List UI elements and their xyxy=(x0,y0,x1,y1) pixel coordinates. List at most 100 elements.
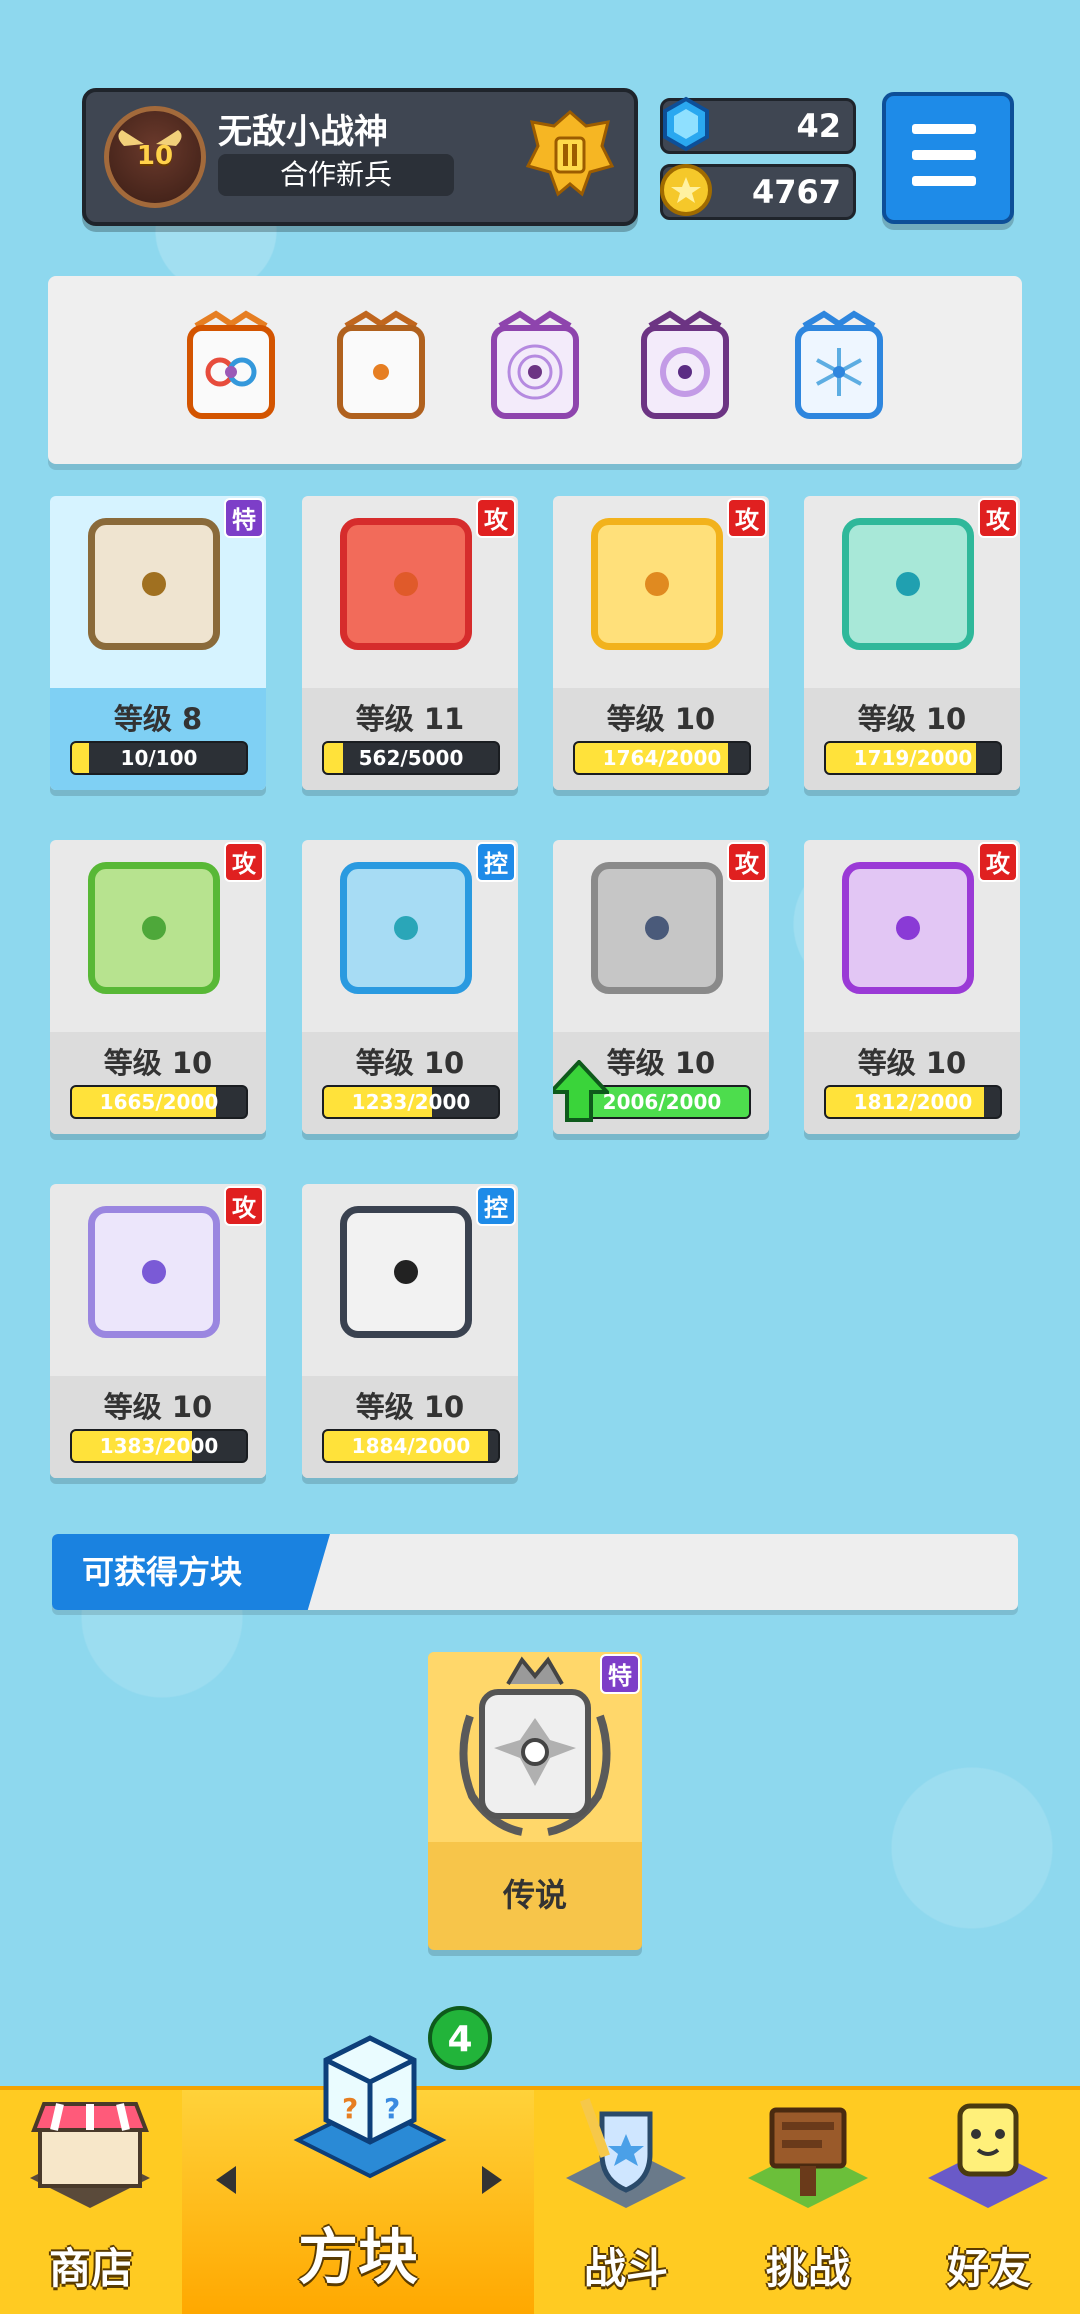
legendary-dice-card[interactable]: 特 传说 xyxy=(428,1652,642,1950)
nav-shop[interactable]: 商店 xyxy=(0,2090,182,2314)
ice-snowflake-dice-icon[interactable] xyxy=(784,306,894,426)
nav-prev-arrow-icon[interactable] xyxy=(216,2166,236,2194)
dice-level-label: 等级 11 xyxy=(355,702,465,736)
friends-icon xyxy=(928,2103,1048,2208)
dice-level-label: 等级 10 xyxy=(103,1390,213,1424)
legendary-dragon-dice-icon xyxy=(459,1656,611,1836)
dice-card[interactable]: 控等级 10 1884/2000 xyxy=(302,1184,518,1478)
dice-type-tag: 攻 xyxy=(978,842,1018,882)
dice-progress-text: 562/5000 xyxy=(358,746,464,770)
dice-type-tag: 攻 xyxy=(727,498,767,538)
dice-card[interactable]: 攻等级 10 1665/2000 xyxy=(50,840,266,1134)
dice-pip xyxy=(896,572,920,596)
coin-counter[interactable]: 4767 xyxy=(660,164,856,220)
challenge-sign-icon xyxy=(748,2107,868,2208)
coin-count: 4767 xyxy=(751,173,841,211)
dice-pip xyxy=(142,572,166,596)
dice-level-label: 等级 10 xyxy=(857,702,967,736)
menu-button[interactable] xyxy=(882,92,1014,224)
dice-pip xyxy=(394,1260,418,1284)
obtainable-section-title: 可获得方块 xyxy=(52,1534,330,1610)
dice-type-tag: 攻 xyxy=(224,842,264,882)
hamburger-menu-icon xyxy=(912,124,976,134)
obtainable-section-bar: 可获得方块 xyxy=(52,1534,1018,1610)
dice-progress-bar: 562/5000 xyxy=(322,741,500,775)
dice-progress-text: 1233/2000 xyxy=(351,1090,471,1114)
dice-card[interactable]: 攻等级 10 2006/2000 xyxy=(553,840,769,1134)
dice-deck-panel xyxy=(48,276,1022,464)
dice-type-tag: 攻 xyxy=(224,1186,264,1226)
dice-type-tag: 控 xyxy=(476,842,516,882)
dice-face-icon xyxy=(842,518,974,650)
player-profile-panel[interactable]: 10 无敌小战神 合作新兵 xyxy=(82,88,638,226)
purple-magic-circle-dice-icon[interactable] xyxy=(480,306,590,426)
dice-pip xyxy=(645,572,669,596)
gem-counter[interactable]: 42 xyxy=(660,96,856,154)
dice-card[interactable]: 攻等级 10 1719/2000 xyxy=(804,496,1020,790)
dice-pip xyxy=(142,1260,166,1284)
legendary-rarity-label: 传说 xyxy=(502,1876,567,1914)
dice-face-icon xyxy=(88,862,220,994)
dice-face-icon xyxy=(340,518,472,650)
dice-type-tag: 攻 xyxy=(727,842,767,882)
dice-level-label: 等级 10 xyxy=(606,702,716,736)
nav-friends-label: 好友 xyxy=(946,2244,1031,2293)
nav-friends[interactable]: 好友 xyxy=(898,2090,1080,2314)
svg-text:?: ? xyxy=(342,2092,358,2125)
dice-level-label: 等级 10 xyxy=(355,1390,465,1424)
dice-face-icon xyxy=(842,862,974,994)
dice-type-tag: 控 xyxy=(476,1186,516,1226)
dice-box-icon: ? ? xyxy=(293,2035,447,2179)
dice-pip xyxy=(645,916,669,940)
dice-card[interactable]: 控等级 10 1233/2000 xyxy=(302,840,518,1134)
dice-face-icon xyxy=(340,862,472,994)
gold-rank-badge-icon[interactable] xyxy=(526,108,614,200)
dice-progress-text: 1812/2000 xyxy=(853,1090,973,1114)
nav-dice-label: 方块 xyxy=(298,2223,418,2293)
dice-notification-badge: 4 xyxy=(428,2006,492,2070)
dice-card[interactable]: 攻等级 11 562/5000 xyxy=(302,496,518,790)
battle-shield-icon xyxy=(566,2098,686,2208)
dice-pip xyxy=(142,916,166,940)
dice-pip xyxy=(394,916,418,940)
dice-level-label: 等级 8 xyxy=(113,702,203,736)
nav-challenge[interactable]: 挑战 xyxy=(718,2090,898,2314)
upgrade-arrow-icon[interactable] xyxy=(553,1060,609,1122)
nav-shop-label: 商店 xyxy=(48,2244,133,2293)
coin-icon xyxy=(660,164,712,216)
shop-icon xyxy=(30,2102,150,2208)
gem-count: 42 xyxy=(796,107,841,145)
dice-level-label: 等级 10 xyxy=(355,1046,465,1080)
dice-type-tag: 攻 xyxy=(978,498,1018,538)
dice-card[interactable]: 攻等级 10 1764/2000 xyxy=(553,496,769,790)
dice-progress-bar: 1884/2000 xyxy=(322,1429,500,1463)
special-type-tag: 特 xyxy=(600,1654,640,1694)
dice-level-label: 等级 10 xyxy=(857,1046,967,1080)
hamburger-line xyxy=(912,176,976,186)
dice-face-icon xyxy=(591,518,723,650)
dice-type-tag: 攻 xyxy=(476,498,516,538)
dice-progress-bar: 1383/2000 xyxy=(70,1429,248,1463)
dice-progress-text: 1884/2000 xyxy=(351,1434,471,1458)
dice-face-icon xyxy=(591,862,723,994)
dice-card[interactable]: 攻等级 10 1383/2000 xyxy=(50,1184,266,1478)
purple-arrow-dice-icon[interactable] xyxy=(630,306,740,426)
dice-pip xyxy=(394,572,418,596)
rainbow-infinity-dice-icon[interactable] xyxy=(176,306,286,426)
dice-card[interactable]: 攻等级 10 1812/2000 xyxy=(804,840,1020,1134)
dice-card[interactable]: 特等级 8 10/100 xyxy=(50,496,266,790)
hamburger-line xyxy=(912,150,976,160)
player-avatar: 10 xyxy=(104,106,206,208)
dice-type-tag: 特 xyxy=(224,498,264,538)
dice-progress-bar: 1764/2000 xyxy=(573,741,751,775)
nav-next-arrow-icon[interactable] xyxy=(482,2166,502,2194)
dice-progress-bar: 10/100 xyxy=(70,741,248,775)
dice-face-icon xyxy=(88,1206,220,1338)
dice-progress-bar: 1233/2000 xyxy=(322,1085,500,1119)
orange-pip-dice-icon[interactable] xyxy=(326,306,436,426)
player-level: 10 xyxy=(136,141,174,171)
nav-battle[interactable]: 战斗 xyxy=(534,2090,718,2314)
dice-level-label: 等级 10 xyxy=(103,1046,213,1080)
dice-progress-text: 10/100 xyxy=(120,746,198,770)
gem-icon xyxy=(663,96,709,152)
